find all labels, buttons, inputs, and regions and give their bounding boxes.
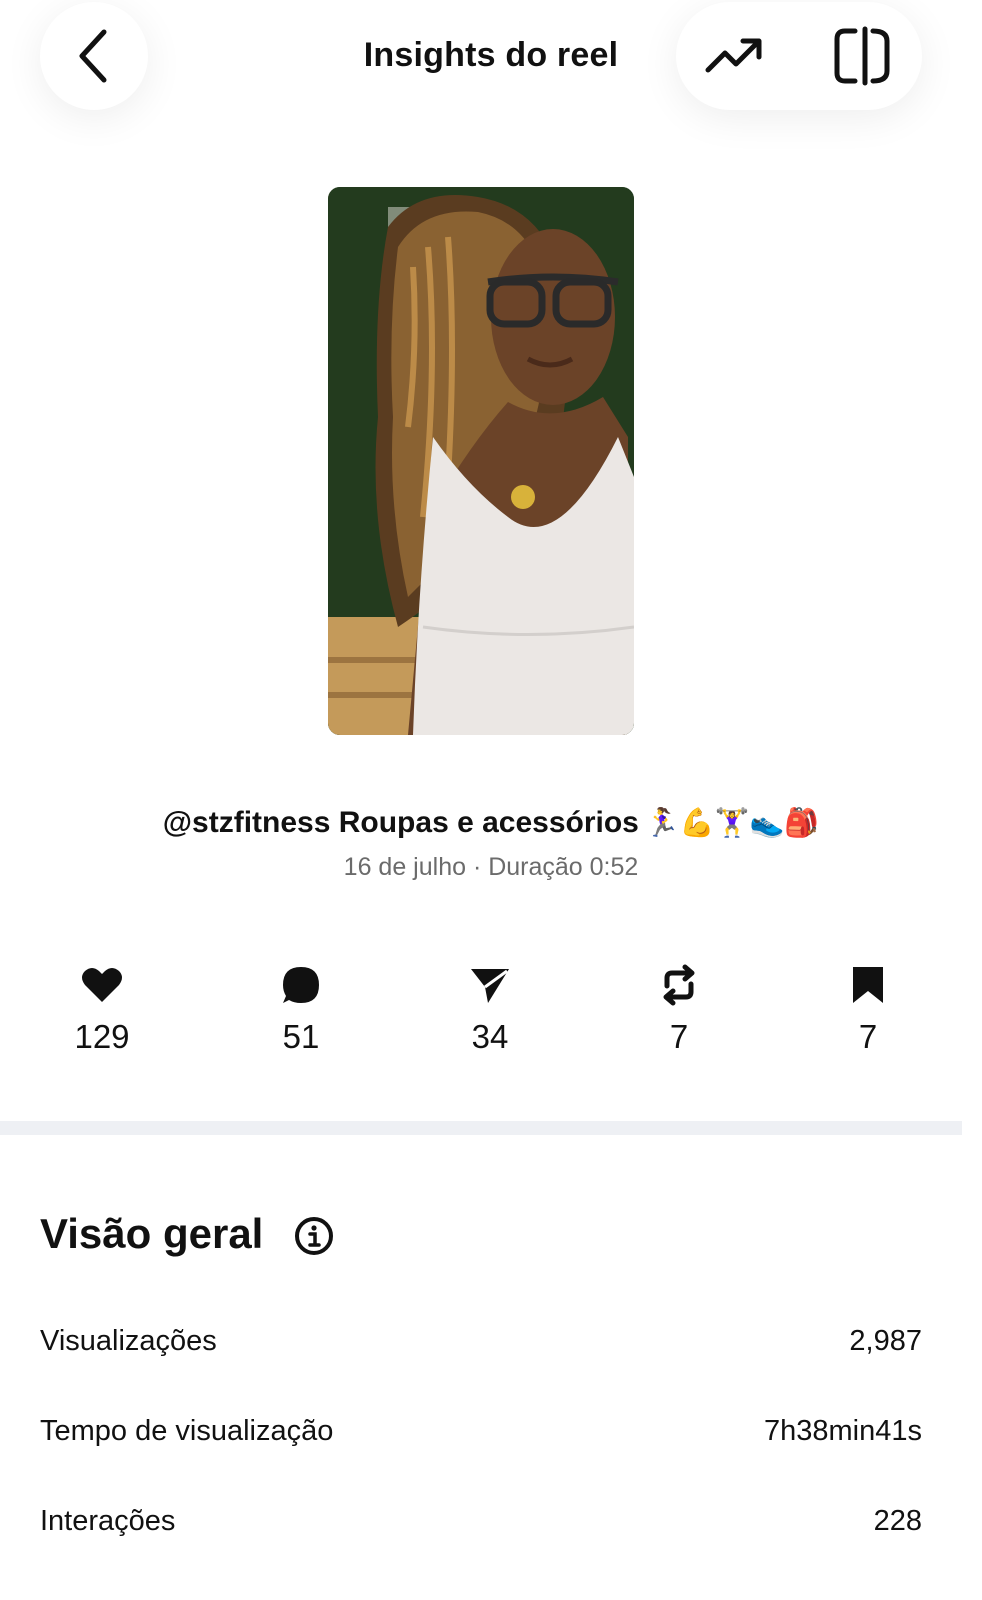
panel-toggle-button[interactable]: [822, 24, 902, 88]
likes-count: 129: [74, 1018, 130, 1055]
reposts-count: 7: [669, 1018, 689, 1055]
reel-caption: @stzfitness Roupas e acessórios 🏃‍♀️💪🏋️‍♀…: [0, 806, 982, 840]
overview-row-interactions[interactable]: Interações 228: [40, 1505, 922, 1555]
saves-stat[interactable]: 7: [808, 960, 928, 1056]
overview-title: Visão geral: [40, 1210, 264, 1257]
header: Insights do reel: [0, 0, 982, 150]
likes-stat[interactable]: 129: [42, 960, 162, 1056]
heart-icon: [82, 968, 122, 1002]
reel-date-duration: 16 de julho · Duração 0:52: [343, 853, 639, 881]
bookmark-icon: [853, 967, 883, 1003]
views-label: Visualizações: [40, 1325, 217, 1357]
reel-thumbnail[interactable]: [328, 187, 634, 735]
saves-count: 7: [858, 1018, 878, 1055]
repost-icon: [663, 964, 695, 1006]
reel-caption-emojis: 🏃‍♀️💪🏋️‍♀️👟🎒: [644, 807, 820, 838]
shares-stat[interactable]: 34: [430, 960, 550, 1056]
comment-icon: [283, 967, 319, 1003]
shares-count: 34: [471, 1018, 509, 1055]
info-icon[interactable]: [294, 1216, 334, 1256]
interactions-value: 228: [873, 1505, 922, 1537]
share-icon: [471, 969, 509, 1003]
reposts-stat[interactable]: 7: [619, 960, 739, 1056]
watch-time-label: Tempo de visualização: [40, 1415, 334, 1447]
section-divider: [0, 1121, 962, 1135]
engagement-stats: 129 51 34 7 7: [0, 960, 982, 1070]
info-icon-glyph: [295, 1217, 333, 1255]
overview-row-views[interactable]: Visualizações 2,987: [40, 1325, 922, 1375]
header-actions: [676, 2, 922, 110]
reel-thumbnail-image: [328, 187, 634, 735]
reel-caption-text: @stzfitness Roupas e acessórios: [162, 806, 639, 839]
panel-toggle-icon: [834, 26, 890, 86]
comments-count: 51: [282, 1018, 320, 1055]
watch-time-value: 7h38min41s: [764, 1415, 922, 1447]
overview-row-watch-time[interactable]: Tempo de visualização 7h38min41s: [40, 1415, 922, 1465]
interactions-label: Interações: [40, 1505, 176, 1537]
trending-up-icon: [705, 38, 762, 73]
views-value: 2,987: [849, 1325, 922, 1357]
trends-button[interactable]: [694, 26, 774, 86]
comments-stat[interactable]: 51: [241, 960, 361, 1056]
